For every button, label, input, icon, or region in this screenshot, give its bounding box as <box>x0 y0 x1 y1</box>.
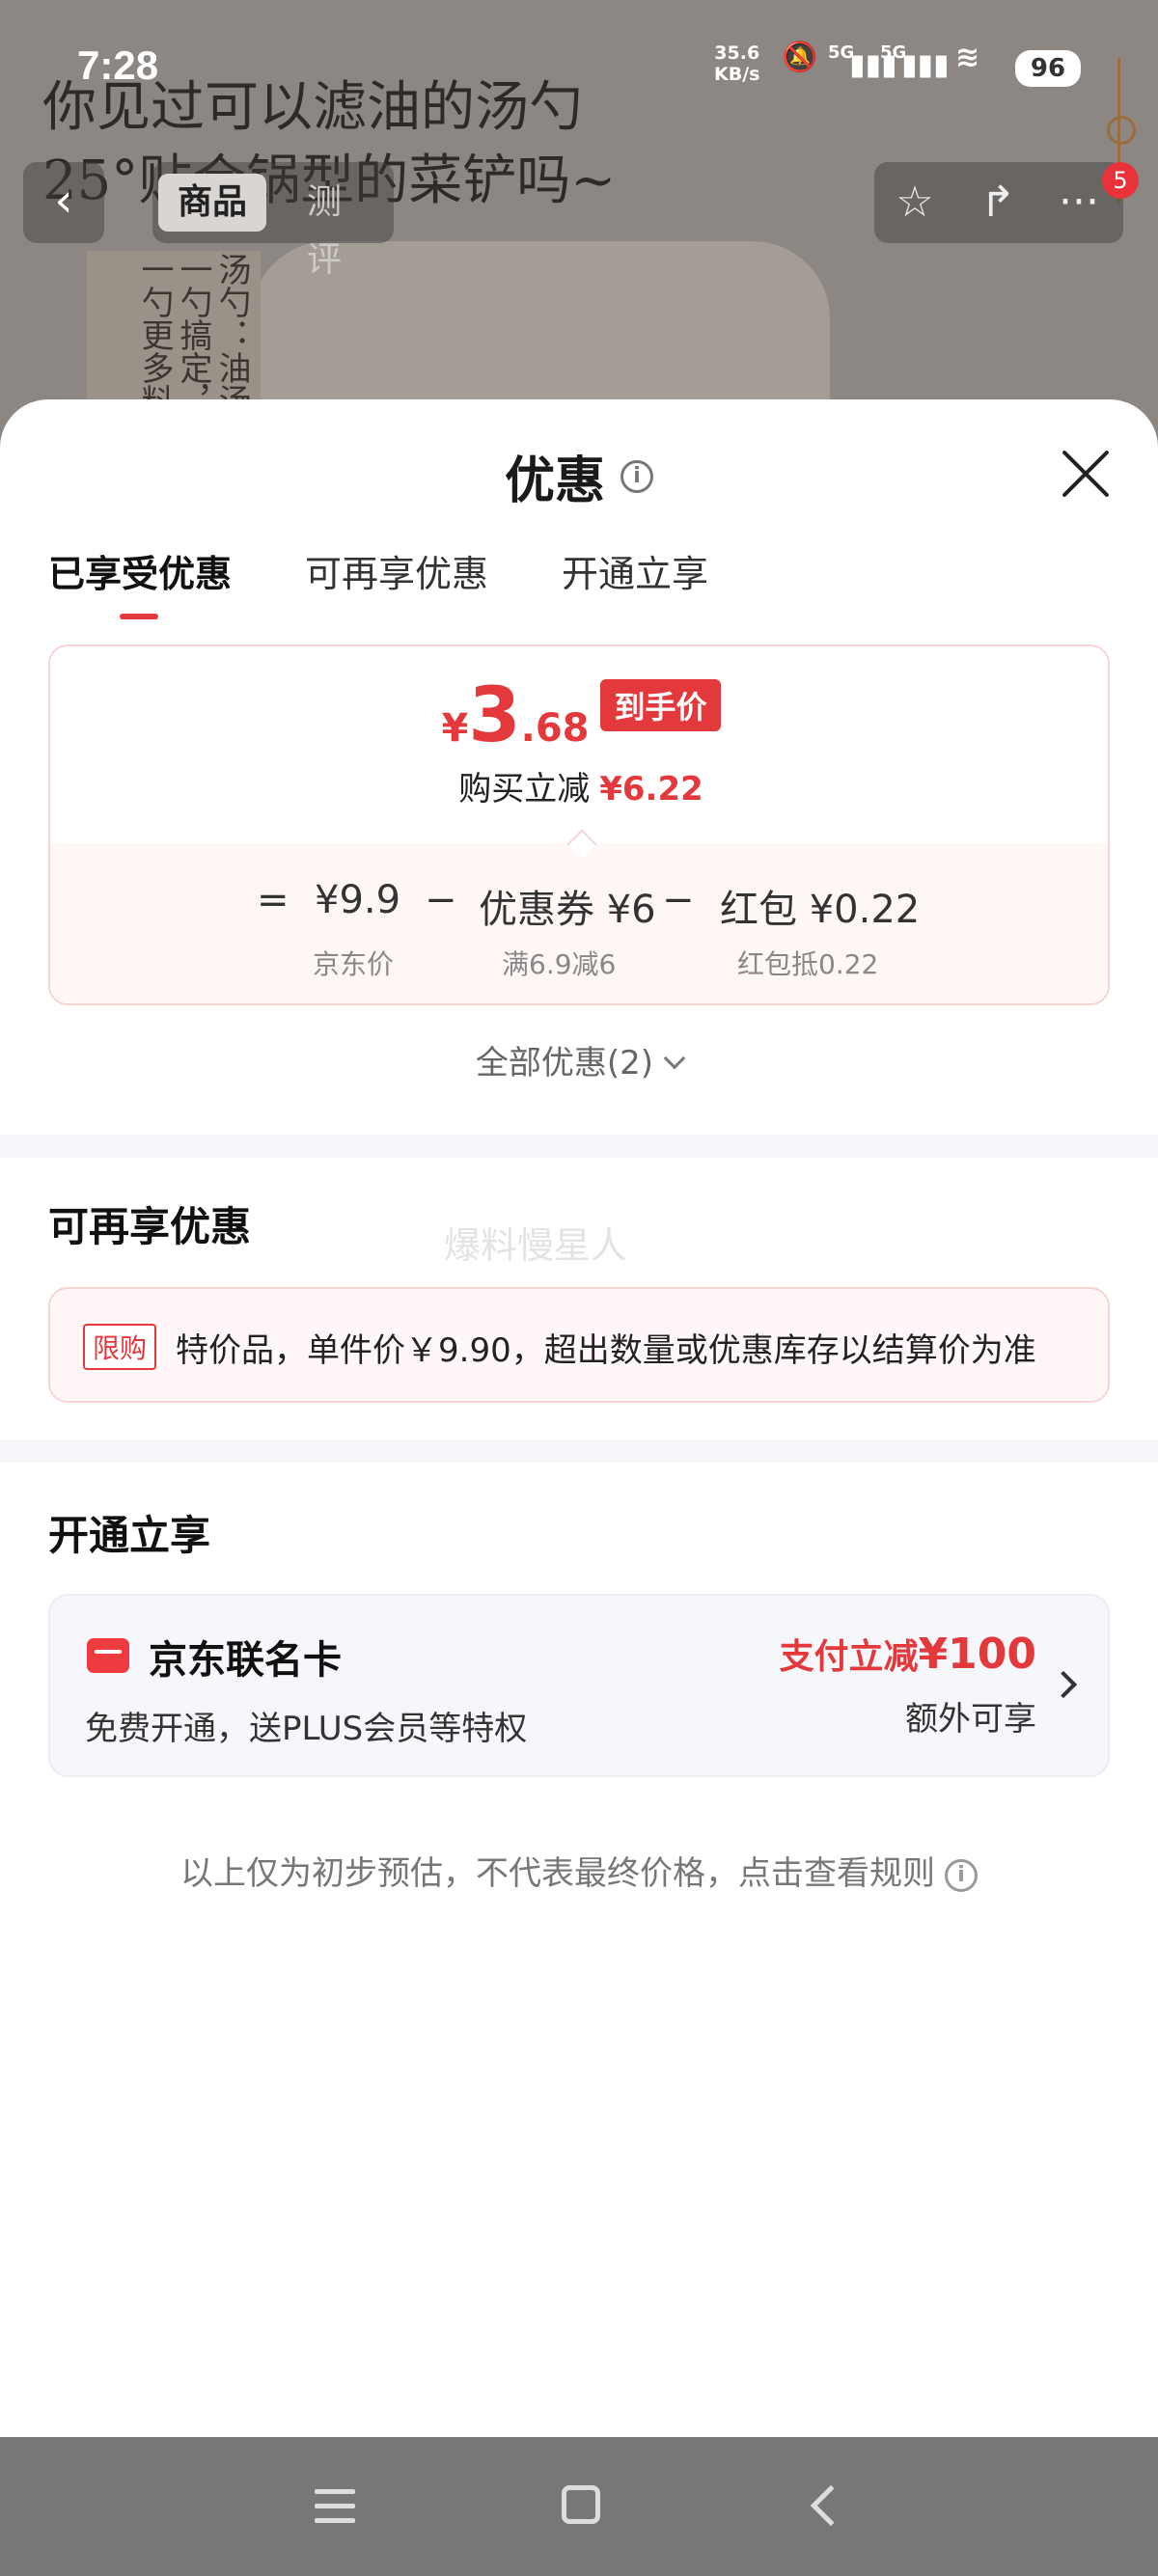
minus-sign-2: − <box>662 878 695 922</box>
network-speed: 35.6 KB/s <box>714 42 760 85</box>
more-icon[interactable]: ··· <box>1048 174 1110 232</box>
final-price-tag: 到手价 <box>600 679 721 731</box>
coupon-detail: 满6.9减6 <box>502 948 617 980</box>
close-button[interactable] <box>1060 448 1112 500</box>
card-description: 免费开通，送PLUS会员等特权 <box>85 1710 528 1748</box>
card-icon <box>87 1638 129 1673</box>
minus-sign: − <box>425 878 457 922</box>
tab-open-enjoy[interactable]: 开通立享 <box>562 544 708 597</box>
tab-enjoyed-offers[interactable]: 已享受优惠 <box>48 544 232 597</box>
tab-product[interactable]: 商品 <box>158 174 267 232</box>
price-breakdown: = ¥9.9 京东价 − 优惠券 ¥6 满6.9减6 − 红包 ¥0.22 红包… <box>50 843 1108 1003</box>
home-button[interactable] <box>521 2437 637 2576</box>
jd-cobrand-card-offer[interactable]: 京东联名卡 免费开通，送PLUS会员等特权 支付立减¥100 额外可享 <box>48 1594 1110 1777</box>
info-icon[interactable]: i <box>620 459 653 493</box>
open-enjoy-title: 开通立享 <box>48 1512 211 1559</box>
product-nav-tabs: 商品 测评 <box>152 162 394 280</box>
card-name: 京东联名卡 <box>149 1638 342 1683</box>
menu-icon <box>315 2489 355 2494</box>
promo-extra: 额外可享 <box>905 1700 1036 1739</box>
offers-bottom-sheet: 优惠 i 已享受优惠 可再享优惠 开通立享 ¥3.68 到手价 购买立减 ¥6.22 … <box>0 399 1158 2437</box>
nav-actions: ☆ ↱ ··· <box>874 162 1123 243</box>
battery-indicator: 96 <box>1015 50 1081 87</box>
share-icon[interactable]: ↱ <box>967 174 1029 232</box>
price-disclaimer[interactable]: 以上仅为初步预估，不代表最终价格，点击查看规则 i <box>0 1847 1158 1894</box>
card-promo: 支付立减¥100 额外可享 <box>779 1630 1036 1739</box>
wifi-icon: ≋ <box>955 41 980 74</box>
mute-icon: 🔕 <box>782 41 818 74</box>
watermark: 爆料慢星人 <box>444 1224 628 1267</box>
jd-price: ¥9.9 <box>315 878 401 922</box>
sheet-title: 优惠 i <box>0 440 1158 512</box>
more-offers-title: 可再享优惠 <box>48 1203 252 1250</box>
home-icon <box>562 2485 600 2524</box>
status-time: 7:28 <box>77 42 159 88</box>
equals-sign: = <box>257 878 290 922</box>
all-deals-toggle[interactable]: 全部优惠(2) <box>0 1036 1158 1083</box>
star-icon[interactable]: ☆ <box>884 174 946 232</box>
signal-icon-2: ▮▮▮ <box>901 48 950 82</box>
redpacket-amount: 红包 ¥0.22 <box>720 888 921 932</box>
section-divider <box>0 1135 1158 1158</box>
limit-text: 特价品，单件价￥9.90，超出数量或优惠库存以结算价为准 <box>176 1331 1036 1370</box>
promo-amount: ¥100 <box>918 1630 1036 1679</box>
final-price: ¥3.68 到手价 <box>50 677 1108 754</box>
menu-button[interactable] <box>276 2437 392 2576</box>
back-button[interactable]: ‹ <box>23 162 104 243</box>
chevron-down-icon <box>663 1047 686 1070</box>
nav-back-icon <box>810 2484 852 2527</box>
back-icon: ‹ <box>54 174 73 228</box>
system-back-button[interactable] <box>766 2437 882 2576</box>
active-tab-indicator <box>120 614 158 619</box>
rules-info-icon: i <box>945 1858 978 1892</box>
status-bar: 7:28 35.6 KB/s 🔕 5G ▮▮▮ 5G ▮▮▮ ≋ 96 <box>0 0 1158 135</box>
final-price-card: ¥3.68 到手价 购买立减 ¥6.22 = ¥9.9 京东价 − 优惠券 ¥6 满… <box>48 644 1110 1005</box>
system-navigation-bar <box>0 2437 1158 2576</box>
limit-tag: 限购 <box>83 1324 157 1370</box>
limited-offer-card[interactable]: 限购 特价品，单件价￥9.90，超出数量或优惠库存以结算价为准 <box>48 1287 1110 1403</box>
message-count-badge: 5 <box>1102 162 1139 199</box>
tab-more-offers[interactable]: 可再享优惠 <box>305 544 488 597</box>
jd-price-label: 京东价 <box>313 948 395 980</box>
tab-review[interactable]: 测评 <box>288 174 394 280</box>
redpacket-detail: 红包抵0.22 <box>737 948 879 980</box>
sheet-title-text: 优惠 <box>504 452 605 510</box>
savings-amount: ¥6.22 <box>599 770 703 808</box>
chevron-right-icon <box>1049 1670 1078 1699</box>
coupon-amount: 优惠券 ¥6 <box>479 888 656 932</box>
section-divider-2 <box>0 1439 1158 1463</box>
savings-line: 购买立减 ¥6.22 <box>458 770 703 808</box>
